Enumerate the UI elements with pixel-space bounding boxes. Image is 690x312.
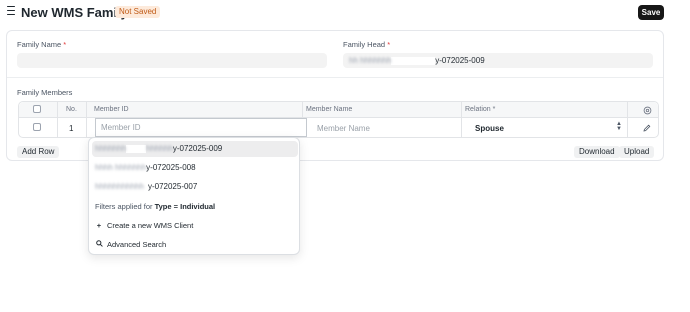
redacted-text: hhhhhhhhhhh [95, 182, 144, 191]
family-members-label: Family Members [17, 88, 73, 97]
page-title: New WMS Family [21, 5, 128, 20]
family-head-input[interactable]: hh hhhhhhh y-072025-009 [343, 53, 653, 68]
redacted-text: hhhh hhhhhhh [95, 163, 147, 172]
family-head-value: y-072025-009 [435, 56, 485, 65]
redaction-mask [391, 56, 436, 65]
add-row-button[interactable]: Add Row [17, 146, 60, 158]
create-new-client-action[interactable]: + Create a new WMS Client [95, 221, 193, 230]
filter-note-text: Filters applied for [95, 202, 155, 211]
select-all-checkbox[interactable] [33, 105, 41, 113]
search-icon [95, 240, 103, 249]
member-id-dropdown: hhhhhhh hhhhhhy-072025-009 hhhh hhhhhhhy-… [88, 137, 300, 255]
save-button[interactable]: Save [638, 5, 664, 20]
redacted-text: hh hhhhhhh [349, 56, 392, 65]
required-marker: * [63, 40, 67, 49]
relation-select[interactable]: Spouse [475, 124, 504, 133]
redaction-mask [126, 144, 147, 153]
redacted-text: hhhhhhh [95, 144, 127, 153]
plus-icon: + [96, 221, 102, 230]
family-name-label: Family Name * [17, 40, 66, 49]
page-header: New WMS Family Not Saved Save [0, 0, 690, 26]
section-divider [7, 77, 663, 78]
upload-button[interactable]: Upload [619, 146, 655, 158]
option-text: y-072025-007 [147, 182, 198, 191]
column-header-no: No. [66, 106, 77, 113]
member-id-input[interactable]: Member ID [95, 118, 307, 137]
required-marker: * [387, 40, 391, 49]
filter-note-value: Type = Individual [154, 202, 216, 211]
download-button[interactable]: Download [574, 146, 620, 158]
option-text: y-072025-008 [146, 163, 196, 172]
column-header-member-name: Member Name [306, 106, 353, 113]
advanced-search-action[interactable]: Advanced Search [95, 240, 166, 249]
dropdown-option[interactable]: hhhhhhh hhhhhhy-072025-009 [92, 141, 298, 157]
dropdown-option[interactable]: hhhh hhhhhhhy-072025-008 [92, 160, 298, 176]
redacted-text: hhhhhh [146, 144, 173, 153]
row-number: 1 [69, 124, 74, 133]
pencil-icon[interactable] [642, 123, 652, 133]
family-head-label: Family Head * [343, 40, 390, 49]
column-header-relation: Relation * [465, 106, 495, 113]
table-header: No. Member ID Member Name Relation * [19, 102, 658, 118]
member-name-cell[interactable]: Member Name [317, 124, 370, 133]
family-name-label-text: Family Name [17, 40, 62, 49]
row-checkbox[interactable] [33, 123, 41, 131]
family-members-table: No. Member ID Member Name Relation * 1 M… [18, 101, 659, 138]
option-text: y-072025-009 [172, 144, 223, 153]
relation-header-text: Relation [465, 106, 491, 113]
advanced-search-label: Advanced Search [107, 240, 167, 249]
dropdown-option[interactable]: hhhhhhhhhhh y-072025-007 [92, 179, 298, 195]
status-badge: Not Saved [115, 6, 161, 18]
filter-note: Filters applied for Type = Individual [95, 202, 215, 211]
column-header-member-id: Member ID [94, 106, 129, 113]
chevron-updown-icon[interactable]: ▲ ▼ [616, 121, 622, 132]
create-label: Create a new WMS Client [107, 221, 194, 230]
family-head-label-text: Family Head [343, 40, 386, 49]
hamburger-icon[interactable] [7, 6, 15, 15]
settings-icon[interactable] [643, 106, 652, 115]
required-marker: * [492, 106, 496, 113]
family-name-input[interactable] [17, 53, 327, 68]
